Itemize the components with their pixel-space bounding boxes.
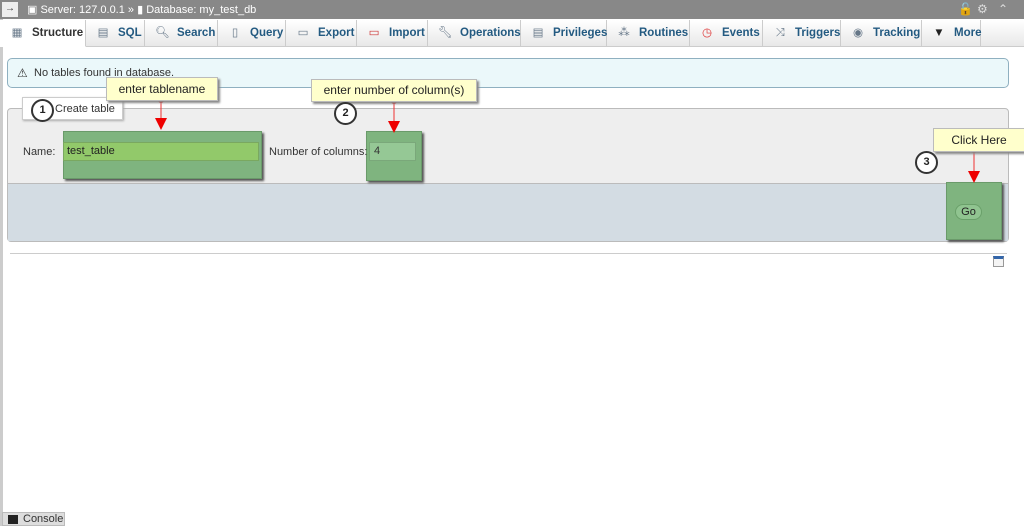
callout-arrows	[155, 97, 980, 183]
console-icon	[8, 515, 18, 524]
console-label: Console	[23, 513, 64, 525]
arrow-1	[155, 97, 167, 130]
step-number-2: 2	[334, 102, 357, 125]
arrow-2	[388, 98, 400, 133]
step-number-3: 3	[915, 151, 938, 174]
callout-click-here: Click Here	[933, 128, 1024, 152]
arrow-3	[968, 147, 980, 183]
console-button[interactable]: Console	[2, 512, 65, 526]
callout-columns: enter number of column(s)	[311, 79, 477, 102]
callout-tablename: enter tablename	[106, 77, 218, 101]
new-window-icon[interactable]	[993, 256, 1004, 267]
step-number-1: 1	[31, 99, 54, 122]
divider	[10, 253, 1007, 254]
